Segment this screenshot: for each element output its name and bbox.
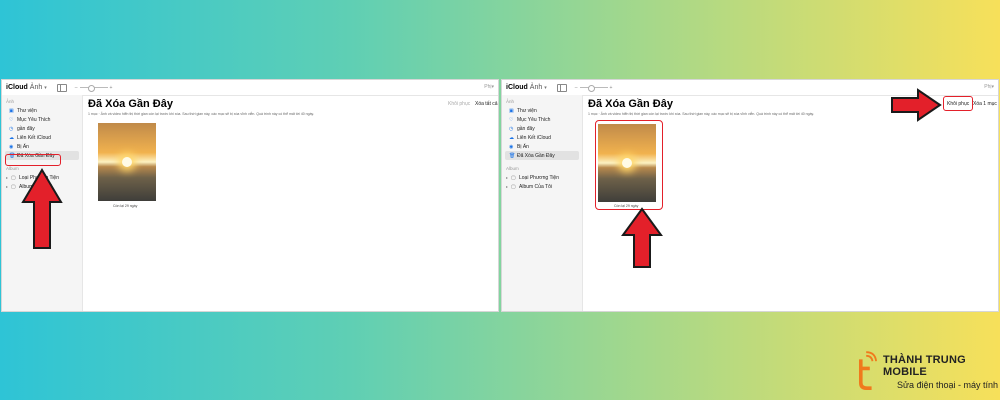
link-icon: ☁ <box>9 134 14 141</box>
sidebar-item-favorites[interactable]: ♡ Mục Yêu Thích <box>2 115 82 124</box>
page-title: Đã Xóa Gần Đây <box>88 98 173 110</box>
more-menu[interactable]: Phị▾ <box>984 84 994 90</box>
page-description: 1 mục · Ảnh và video hiển thị thời gian … <box>588 112 814 116</box>
sidebar-item-my-albums[interactable]: ▸▢Album Của Tôi <box>502 182 582 191</box>
zoom-slider[interactable]: – + <box>75 85 112 92</box>
clock-icon: ◷ <box>509 125 514 132</box>
folder-icon: ▢ <box>511 174 516 181</box>
sidebar-item-library[interactable]: ▣ Thư viện <box>2 106 82 115</box>
brand-title[interactable]: iCloud Ảnh <box>6 84 42 91</box>
sidebar-item-library[interactable]: ▣ Thư viện <box>502 106 582 115</box>
delete-all-button[interactable]: Xóa tất cả <box>475 101 498 107</box>
icloud-window-left: iCloud Ảnh ▾ – + Phị▾ Ảnh ▣ Thư viện ♡ Mục Y… <box>1 79 499 312</box>
sidebar: Ảnh ▣ Thư viện ♡ Mục Yêu Thích ◷ gần đây ☁ L… <box>502 95 583 311</box>
eye-slash-icon: ◉ <box>9 143 14 150</box>
sidebar-item-icloud-links[interactable]: ☁ Liên Kết iCloud <box>2 133 82 142</box>
folder-icon: ▢ <box>11 183 16 190</box>
clock-icon: ◷ <box>9 125 14 132</box>
logo-mark-icon <box>858 351 877 390</box>
sidebar-item-recently-deleted[interactable]: 🗑 Đã Xóa Gần Đây <box>505 151 579 160</box>
chevron-down-icon[interactable]: ▾ <box>544 85 547 91</box>
sidebar-section-albums: Album <box>506 166 519 171</box>
heart-icon: ♡ <box>509 116 514 123</box>
brand-title[interactable]: iCloud Ảnh <box>506 84 542 91</box>
sidebar-item-hidden[interactable]: ◉ Bị Ẩn <box>502 142 582 151</box>
sidebar-item-icloud-links[interactable]: ☁ Liên Kết iCloud <box>502 133 582 142</box>
more-menu[interactable]: Phị▾ <box>484 84 494 90</box>
sidebar-item-recent[interactable]: ◷ gần đây <box>502 124 582 133</box>
sidebar-item-hidden[interactable]: ◉ Bị Ẩn <box>2 142 82 151</box>
arrow-right-icon <box>891 88 942 122</box>
heart-icon: ♡ <box>9 116 14 123</box>
sidebar-item-media-types[interactable]: ▸▢Loại Phương Tiện <box>502 173 582 182</box>
delete-one-button[interactable]: Xóa 1 mục <box>973 101 997 107</box>
photo-days-left: Còn lại 29 ngày <box>113 204 138 208</box>
arrow-up-icon <box>21 168 63 249</box>
trash-icon: 🗑 <box>509 152 516 159</box>
sidebar-item-favorites[interactable]: ♡ Mục Yêu Thích <box>502 115 582 124</box>
link-icon: ☁ <box>509 134 514 141</box>
page-title: Đã Xóa Gần Đây <box>588 98 673 110</box>
library-icon: ▣ <box>9 107 14 114</box>
highlight-box-recently-deleted <box>5 154 61 166</box>
library-icon: ▣ <box>509 107 514 114</box>
arrow-up-icon <box>621 207 663 268</box>
sidebar-section-photos: Ảnh <box>506 99 515 104</box>
sidebar-item-recent[interactable]: ◷ gần đây <box>2 124 82 133</box>
logo-tagline: Sửa điện thoại - máy tính <box>896 380 999 390</box>
brand-logo: THÀNH TRUNG MOBILE Sửa điện thoại - máy … <box>850 350 1000 394</box>
eye-slash-icon: ◉ <box>509 143 514 150</box>
top-bar: iCloud Ảnh ▾ – + Phị▾ <box>2 80 498 96</box>
sidebar-toggle-icon[interactable] <box>556 83 567 92</box>
sidebar-toggle-icon[interactable] <box>56 83 67 92</box>
chevron-down-icon[interactable]: ▾ <box>44 85 47 91</box>
deleted-photo-thumbnail[interactable] <box>98 123 156 201</box>
folder-icon: ▢ <box>11 174 16 181</box>
highlight-box-recover <box>943 96 973 111</box>
sidebar-section-photos: Ảnh <box>6 99 15 104</box>
highlight-box-photo <box>595 120 663 210</box>
recover-button[interactable]: Khôi phục <box>448 101 470 107</box>
main-content: Đã Xóa Gần Đây 1 mục · Ảnh và video hiển… <box>83 95 498 311</box>
folder-icon: ▢ <box>511 183 516 190</box>
zoom-slider[interactable]: – + <box>575 85 612 92</box>
page-description: 1 mục · Ảnh và video hiển thị thời gian … <box>88 112 314 116</box>
logo-name: THÀNH TRUNG MOBILE <box>882 354 966 378</box>
